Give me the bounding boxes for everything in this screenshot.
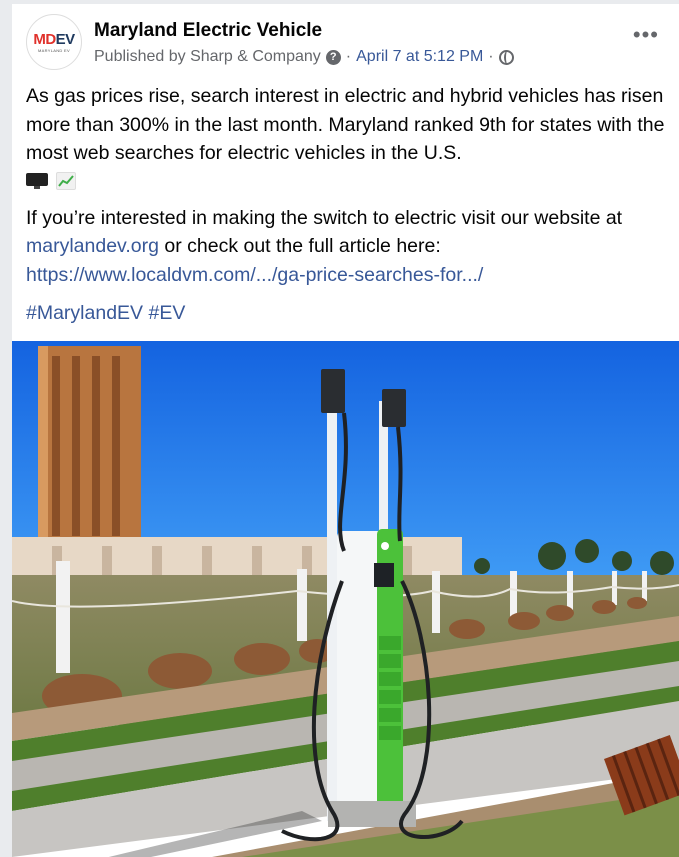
emoji-row <box>26 168 676 194</box>
post-header: MDEV MARYLAND EV Maryland Electric Vehic… <box>26 12 679 76</box>
website-link[interactable]: marylandev.org <box>26 235 159 257</box>
avatar[interactable]: MDEV MARYLAND EV <box>26 14 82 70</box>
published-by: Published by Sharp & Company <box>94 48 321 65</box>
post-photo[interactable] <box>12 341 679 857</box>
hashtags[interactable]: #MarylandEV #EV <box>26 299 676 328</box>
post-paragraph-1: As gas prices rise, search interest in e… <box>26 85 665 164</box>
meta-separator: · <box>345 48 352 65</box>
post-paragraph-2: If you’re interested in making the switc… <box>26 204 676 290</box>
ev-charger-photo <box>12 341 679 857</box>
paragraph-2-middle: or check out the full article here: <box>158 235 441 257</box>
paragraph-2-prefix: If you’re interested in making the switc… <box>26 206 623 229</box>
more-icon[interactable]: ••• <box>633 24 659 46</box>
post-text: As gas prices rise, search interest in e… <box>26 82 676 328</box>
globe-icon[interactable] <box>498 49 514 65</box>
post-meta: Published by Sharp & Company ? · April 7… <box>94 48 514 66</box>
article-link[interactable]: https://www.localdvm.com/.../ga-price-se… <box>26 264 483 286</box>
avatar-sub-text: MARYLAND EV <box>38 47 70 53</box>
help-icon[interactable]: ? <box>325 49 341 65</box>
page-name[interactable]: Maryland Electric Vehicle <box>94 20 322 42</box>
post-date[interactable]: April 7 at 5:12 PM <box>356 48 483 66</box>
monitor-emoji-icon <box>26 172 48 189</box>
chart-increasing-emoji-icon <box>56 171 76 190</box>
avatar-logo: MDEV <box>33 30 75 48</box>
meta-separator-2: · <box>488 48 494 65</box>
post-card: MDEV MARYLAND EV Maryland Electric Vehic… <box>12 4 679 857</box>
